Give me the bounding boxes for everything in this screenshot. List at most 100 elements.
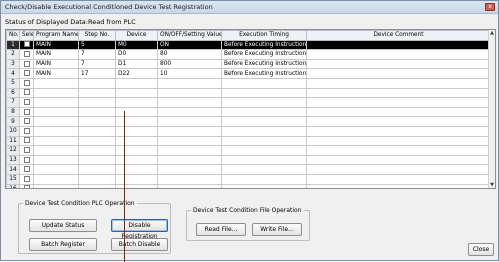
select-checkbox-cell[interactable] xyxy=(19,58,34,70)
device-comment-cell[interactable] xyxy=(306,87,491,99)
execution-timing-cell[interactable] xyxy=(221,183,307,188)
value-cell[interactable] xyxy=(157,106,222,118)
execution-timing-cell[interactable] xyxy=(221,125,307,137)
select-checkbox-cell[interactable] xyxy=(19,87,34,99)
device-cell[interactable]: M0 xyxy=(115,39,158,51)
step-number-cell[interactable] xyxy=(78,183,116,188)
device-comment-cell[interactable] xyxy=(306,58,491,70)
select-checkbox-cell[interactable] xyxy=(19,173,34,185)
device-cell[interactable]: D22 xyxy=(115,68,158,79)
value-cell[interactable] xyxy=(157,87,222,99)
step-number-cell[interactable] xyxy=(78,116,116,127)
execution-timing-cell[interactable]: Before Executing Instruction xyxy=(221,58,307,70)
select-checkbox[interactable] xyxy=(23,79,30,86)
device-comment-cell[interactable] xyxy=(306,125,491,137)
select-checkbox-cell[interactable] xyxy=(19,68,34,79)
program-name-cell[interactable] xyxy=(33,106,79,118)
table-row[interactable]: 9 xyxy=(6,116,491,127)
value-cell[interactable] xyxy=(157,125,222,137)
program-name-cell[interactable] xyxy=(33,125,79,137)
device-comment-cell[interactable] xyxy=(306,183,491,188)
select-checkbox-cell[interactable] xyxy=(19,135,34,147)
vertical-scrollbar[interactable]: ▲ ▼ xyxy=(488,30,495,188)
close-icon[interactable]: x xyxy=(485,3,495,11)
disable-registration-button[interactable]: Disable Registration xyxy=(111,219,168,240)
table-row[interactable]: 1 MAIN 5 M0 ON Before Executing Instruction xyxy=(6,39,491,51)
value-cell[interactable]: 10 xyxy=(157,68,222,79)
device-cell[interactable]: D1 xyxy=(115,58,158,70)
execution-timing-cell[interactable]: Before Executing Instruction xyxy=(221,68,307,79)
program-name-cell[interactable] xyxy=(33,116,79,127)
program-name-cell[interactable]: MAIN xyxy=(33,58,79,70)
col-header-timing[interactable]: Execution Timing xyxy=(221,30,307,41)
table-row[interactable]: 11 xyxy=(6,135,491,147)
execution-timing-cell[interactable] xyxy=(221,154,307,166)
device-cell[interactable] xyxy=(115,106,158,118)
device-comment-cell[interactable] xyxy=(306,154,491,166)
table-row[interactable]: 4 MAIN 17 D22 10 Before Executing Instruction xyxy=(6,68,491,79)
execution-timing-cell[interactable] xyxy=(221,173,307,185)
device-comment-cell[interactable] xyxy=(306,173,491,185)
col-header-step[interactable]: Step No. xyxy=(78,30,116,41)
program-name-cell[interactable] xyxy=(33,97,79,108)
table-row[interactable]: 14 xyxy=(6,164,491,175)
value-cell[interactable] xyxy=(157,135,222,147)
program-name-cell[interactable]: MAIN xyxy=(33,39,79,51)
select-checkbox[interactable] xyxy=(23,60,30,67)
device-cell[interactable] xyxy=(115,145,158,156)
select-checkbox[interactable] xyxy=(23,166,30,173)
device-cell[interactable]: D0 xyxy=(115,49,158,60)
close-button[interactable]: Close xyxy=(468,243,494,256)
device-comment-cell[interactable] xyxy=(306,77,491,89)
step-number-cell[interactable] xyxy=(78,77,116,89)
device-cell[interactable] xyxy=(115,125,158,137)
execution-timing-cell[interactable] xyxy=(221,164,307,175)
execution-timing-cell[interactable] xyxy=(221,97,307,108)
program-name-cell[interactable] xyxy=(33,135,79,147)
device-comment-cell[interactable] xyxy=(306,39,491,51)
execution-timing-cell[interactable] xyxy=(221,77,307,89)
select-checkbox-cell[interactable] xyxy=(19,49,34,60)
select-checkbox[interactable] xyxy=(23,185,30,188)
table-row[interactable]: 3 MAIN 7 D1 800 Before Executing Instruction xyxy=(6,58,491,70)
table-row[interactable]: 2 MAIN 7 D0 80 Before Executing Instruction xyxy=(6,49,491,60)
device-comment-cell[interactable] xyxy=(306,164,491,175)
program-name-cell[interactable] xyxy=(33,77,79,89)
program-name-cell[interactable] xyxy=(33,145,79,156)
update-status-button[interactable]: Update Status xyxy=(29,219,97,232)
device-comment-cell[interactable] xyxy=(306,106,491,118)
batch-disable-button[interactable]: Batch Disable xyxy=(111,238,168,251)
device-cell[interactable] xyxy=(115,173,158,185)
step-number-cell[interactable]: 17 xyxy=(78,68,116,79)
select-checkbox-cell[interactable] xyxy=(19,125,34,137)
select-checkbox[interactable] xyxy=(23,127,30,134)
select-checkbox[interactable] xyxy=(23,146,30,153)
table-row[interactable]: 5 xyxy=(6,77,491,89)
step-number-cell[interactable]: 7 xyxy=(78,49,116,60)
table-row[interactable]: 10 xyxy=(6,125,491,137)
value-cell[interactable] xyxy=(157,116,222,127)
device-cell[interactable] xyxy=(115,135,158,147)
select-checkbox-cell[interactable] xyxy=(19,39,34,51)
table-row[interactable]: 13 xyxy=(6,154,491,166)
table-row[interactable]: 15 xyxy=(6,173,491,185)
step-number-cell[interactable] xyxy=(78,97,116,108)
select-checkbox[interactable] xyxy=(23,89,30,96)
select-checkbox[interactable] xyxy=(23,156,30,163)
value-cell[interactable] xyxy=(157,164,222,175)
execution-timing-cell[interactable] xyxy=(221,135,307,147)
program-name-cell[interactable] xyxy=(33,87,79,99)
table-row[interactable]: 6 xyxy=(6,87,491,99)
read-file-button[interactable]: Read File... xyxy=(196,223,246,236)
scroll-up-icon[interactable]: ▲ xyxy=(489,30,495,36)
device-cell[interactable] xyxy=(115,87,158,99)
program-name-cell[interactable] xyxy=(33,173,79,185)
execution-timing-cell[interactable] xyxy=(221,116,307,127)
batch-register-button[interactable]: Batch Register xyxy=(29,238,97,251)
select-checkbox[interactable] xyxy=(23,70,30,77)
col-header-select[interactable]: Select xyxy=(19,30,34,41)
select-checkbox[interactable] xyxy=(23,50,30,57)
table-row[interactable]: 12 xyxy=(6,145,491,156)
select-checkbox-cell[interactable] xyxy=(19,77,34,89)
select-checkbox-cell[interactable] xyxy=(19,164,34,175)
